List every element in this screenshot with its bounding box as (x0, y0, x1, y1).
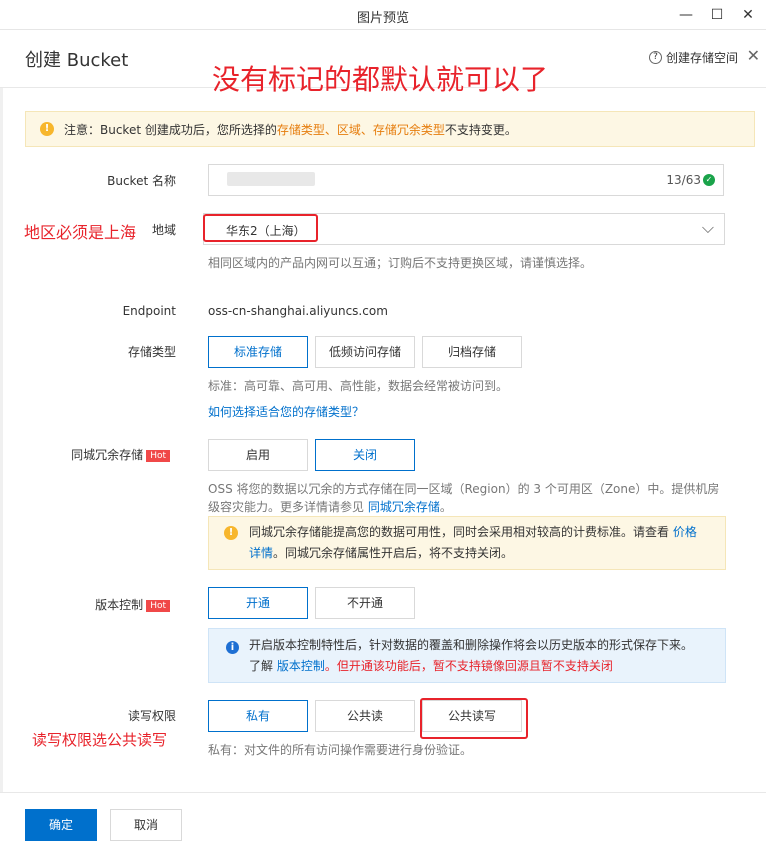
footer: 确定 取消 (0, 792, 766, 853)
versioning-enable[interactable]: 开通 (208, 587, 308, 619)
region-hint: 相同区域内的产品内网可以互通；订购后不支持更换区域，请谨慎选择。 (208, 256, 593, 270)
page-title: 创建 Bucket (25, 50, 129, 71)
bucket-name-counter: 13/63 ✓ (666, 173, 715, 187)
question-icon: ? (648, 51, 662, 64)
help-link[interactable]: ? 创建存储空间 (648, 49, 738, 66)
help-label: 创建存储空间 (665, 51, 738, 65)
notice-suffix: 不支持变更。 (444, 122, 517, 137)
annotation-box-region (203, 214, 318, 242)
bucket-name-label: Bucket 名称 (107, 174, 176, 188)
maximize-button[interactable]: ☐ (703, 4, 731, 26)
storage-class-standard[interactable]: 标准存储 (208, 336, 308, 368)
versioning-label: 版本控制 Hot (10, 596, 170, 613)
notice-prefix: 注意：Bucket 创建成功后，您所选择的 (64, 122, 277, 137)
versioning-info-text: 开启版本控制特性后，针对数据的覆盖和删除操作将会以历史版本的形式保存下来。 了解… (249, 635, 719, 677)
pricing-details-link[interactable]: 详情 (249, 546, 273, 560)
annotation-acl: 读写权限选公共读写 (32, 731, 168, 749)
versioning-info-line2: 了解 (249, 659, 277, 673)
endpoint-label: Endpoint (122, 304, 176, 318)
notice-banner: ! 注意：Bucket 创建成功后，您所选择的 存储类型、区域、存储冗余类型 不… (25, 111, 755, 147)
storage-class-archive[interactable]: 归档存储 (422, 336, 522, 368)
redundancy-warning-text: 同城冗余存储能提高您的数据可用性，同时会采用相对较高的计费标准。请查看 价格 详… (249, 522, 719, 564)
info-icon: i (226, 641, 239, 654)
versioning-info: i 开启版本控制特性后，针对数据的覆盖和删除操作将会以历史版本的形式保存下来。 … (208, 628, 726, 683)
window-titlebar: 图片预览 — ☐ ✕ (0, 0, 766, 30)
pricing-link[interactable]: 价格 (673, 525, 697, 539)
confirm-button[interactable]: 确定 (25, 809, 97, 841)
region-label: 地域 (151, 223, 176, 237)
versioning-doc-link[interactable]: 版本控制 (277, 659, 325, 673)
redundancy-warning-line2: 。同城冗余存储属性开启后，将不支持关闭。 (273, 546, 514, 560)
redundancy-desc-end: 。 (439, 500, 452, 514)
endpoint-value: oss-cn-shanghai.aliyuncs.com (208, 304, 388, 318)
notice-highlight: 存储类型、区域、存储冗余类型 (276, 122, 445, 137)
check-icon: ✓ (703, 174, 715, 186)
redundancy-enable[interactable]: 启用 (208, 439, 308, 471)
storage-class-hint: 标准：高可靠、高可用、高性能，数据会经常被访问到。 (208, 379, 509, 393)
warning-icon: ! (224, 526, 238, 540)
storage-class-help-link[interactable]: 如何选择适合您的存储类型？ (208, 403, 364, 421)
window-close-button[interactable]: ✕ (734, 4, 762, 26)
bucket-name-input[interactable]: 13/63 ✓ (208, 164, 724, 196)
bucket-name-value-blurred (227, 172, 315, 186)
redundancy-label-text: 同城冗余存储 (71, 448, 144, 462)
cancel-button[interactable]: 取消 (110, 809, 182, 841)
redundancy-description: OSS 将您的数据以冗余的方式存储在同一区域（Region）的 3 个可用区（Z… (208, 480, 728, 516)
redundancy-warning: ! 同城冗余存储能提高您的数据可用性，同时会采用相对较高的计费标准。请查看 价格… (208, 516, 726, 570)
hot-badge: Hot (146, 449, 170, 462)
versioning-label-text: 版本控制 (95, 598, 144, 612)
storage-class-label: 存储类型 (127, 345, 176, 359)
panel-close-icon[interactable]: ✕ (747, 46, 760, 65)
acl-public-read[interactable]: 公共读 (315, 700, 415, 732)
annotation-top: 没有标记的都默认就可以了 (212, 63, 549, 96)
counter-text: 13/63 (666, 173, 701, 187)
minimize-button[interactable]: — (672, 4, 700, 26)
acl-hint: 私有：对文件的所有访问操作需要进行身份验证。 (208, 743, 473, 757)
redundancy-doc-link[interactable]: 同城冗余存储 (368, 500, 440, 514)
hot-badge: Hot (146, 599, 170, 612)
versioning-info-line1: 开启版本控制特性后，针对数据的覆盖和删除操作将会以历史版本的形式保存下来。 (249, 638, 694, 652)
chevron-down-icon: ⌵ (701, 218, 714, 237)
redundancy-desc-line1: OSS 将您的数据以冗余的方式存储在同一区域（Region）的 3 个可用区（Z… (208, 482, 720, 496)
redundancy-desc-line2: 级容灾能力。更多详情请参见 (208, 500, 368, 514)
versioning-info-warning: 。但开通该功能后，暂不支持镜像回源且暂不支持关闭 (324, 659, 613, 673)
window-title: 图片预览 (356, 11, 409, 26)
redundancy-disable[interactable]: 关闭 (315, 439, 415, 471)
redundancy-label: 同城冗余存储 Hot (10, 446, 170, 463)
acl-label: 读写权限 (127, 709, 176, 723)
redundancy-warning-line1: 同城冗余存储能提高您的数据可用性，同时会采用相对较高的计费标准。请查看 (249, 525, 673, 539)
acl-private[interactable]: 私有 (208, 700, 308, 732)
versioning-disable[interactable]: 不开通 (315, 587, 415, 619)
annotation-box-acl (420, 698, 528, 739)
left-edge (0, 88, 3, 792)
storage-class-ia[interactable]: 低频访问存储 (315, 336, 415, 368)
warning-icon: ! (40, 122, 54, 136)
